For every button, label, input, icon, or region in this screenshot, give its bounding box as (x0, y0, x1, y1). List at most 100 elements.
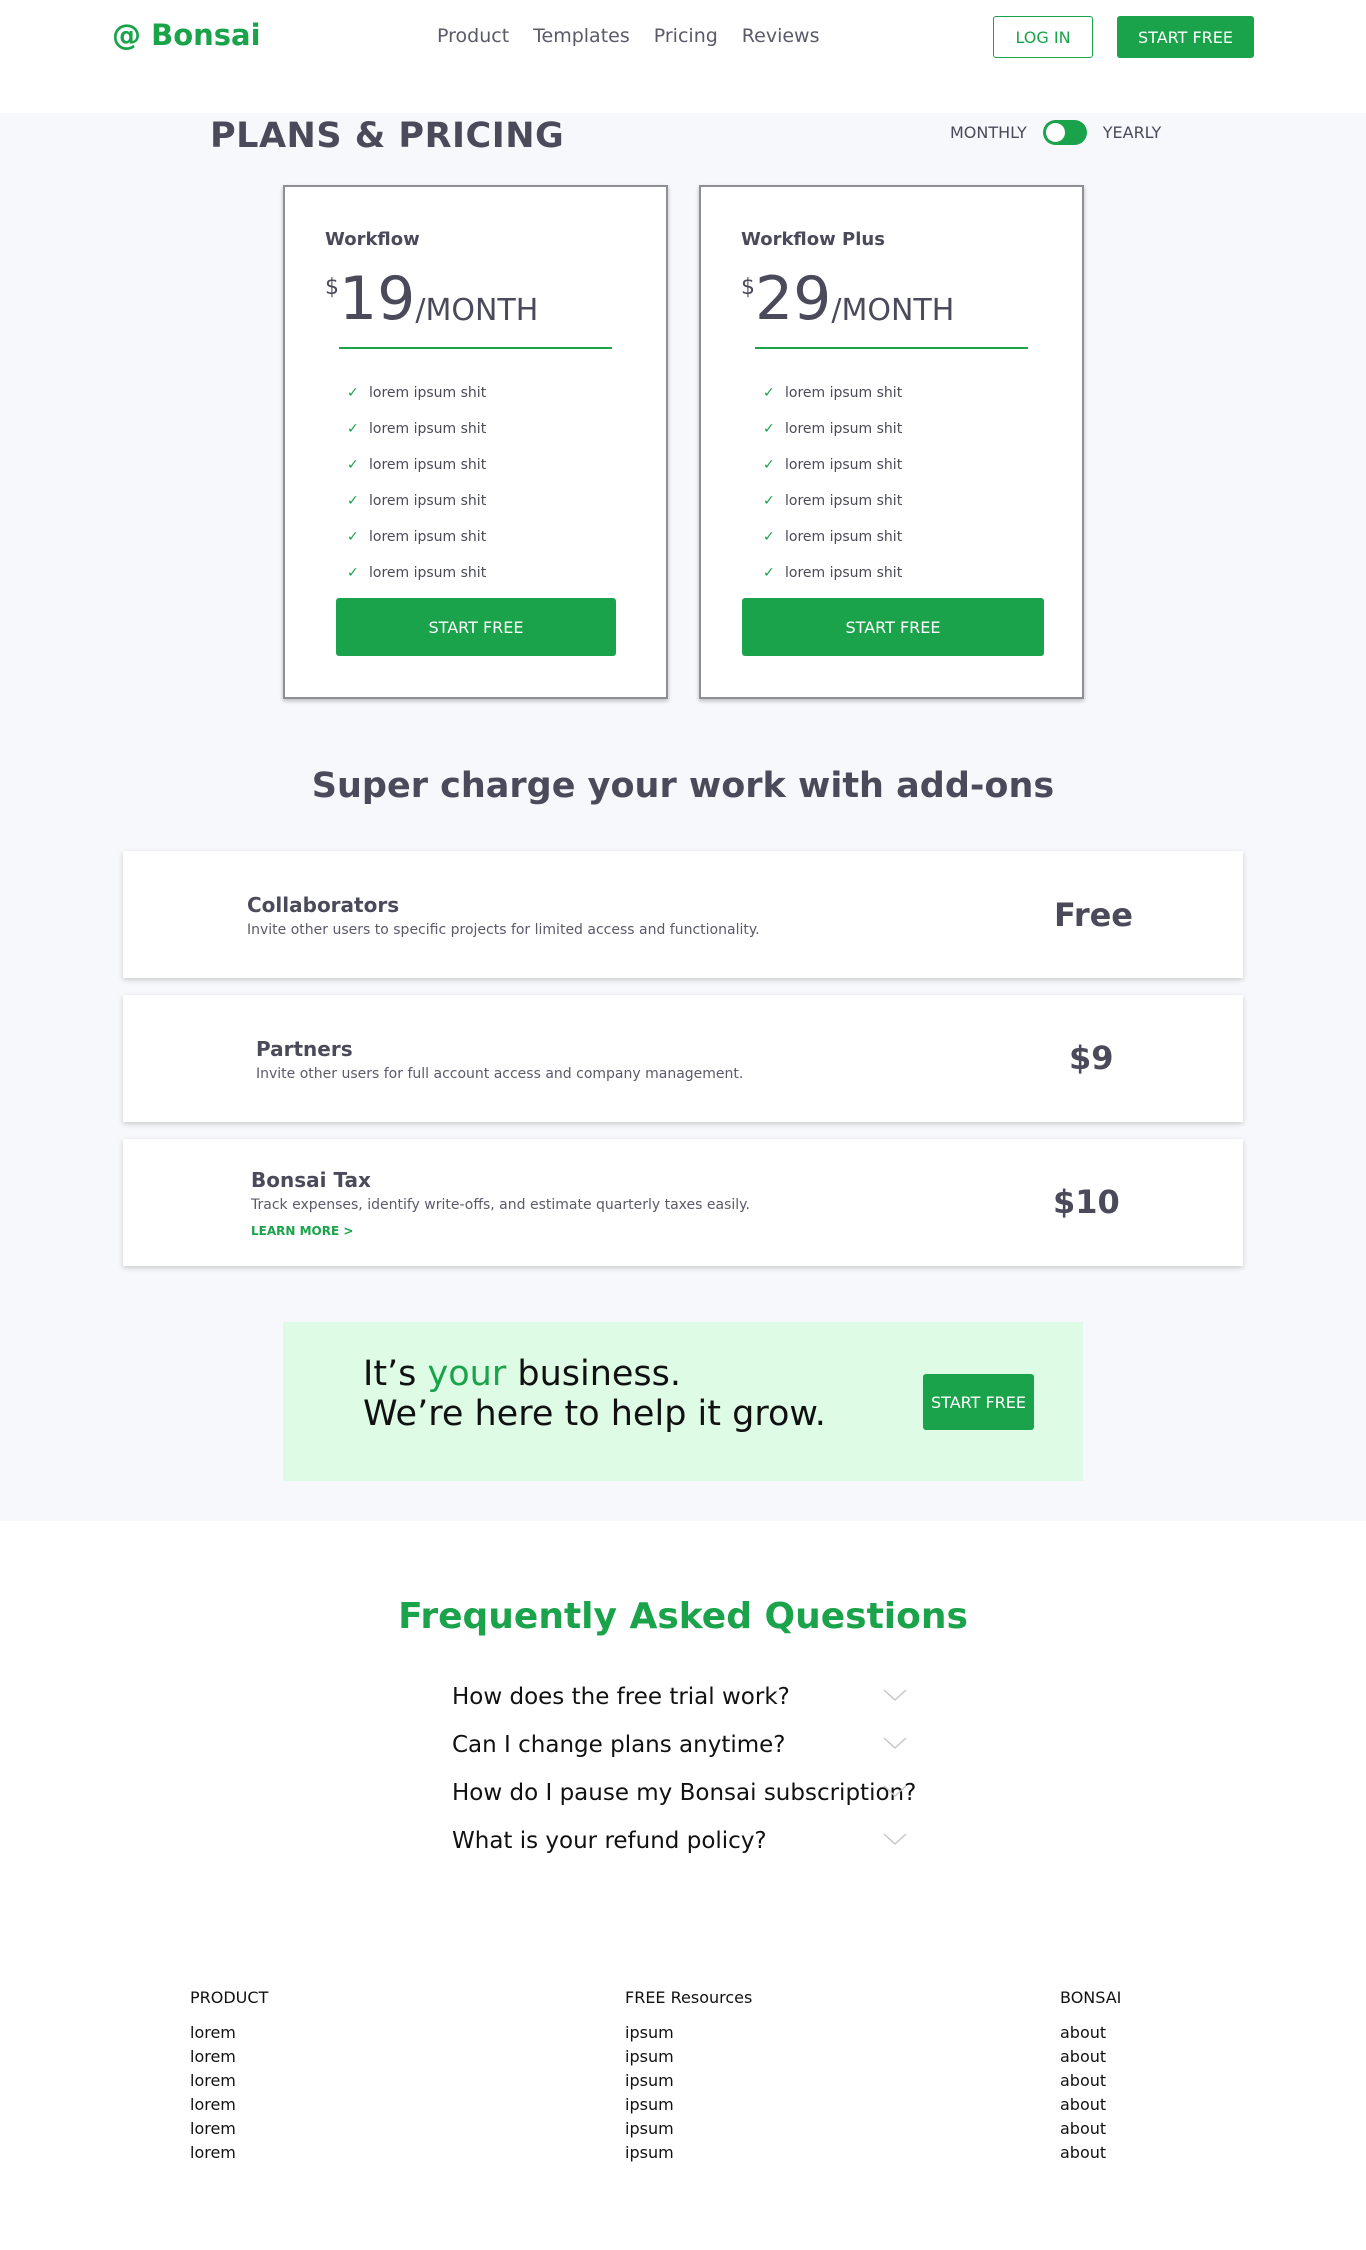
faq-item[interactable]: How do I pause my Bonsai subscription? (452, 1776, 916, 1816)
feature-text: lorem ipsum shit (785, 421, 903, 437)
feature-text: lorem ipsum shit (785, 385, 903, 401)
divider (755, 347, 1028, 349)
cta-start-free-button[interactable]: START FREE (923, 1374, 1034, 1430)
addon-bonsai-tax: Bonsai Tax Track expenses, identify writ… (123, 1139, 1243, 1266)
chevron-down-icon (883, 1833, 907, 1846)
addon-description: Invite other users for full account acce… (256, 1066, 744, 1082)
faq-title: Frequently Asked Questions (398, 1596, 968, 1637)
nav-pricing[interactable]: Pricing (654, 25, 718, 47)
workflow-plus-start-free-button[interactable]: START FREE (742, 598, 1044, 656)
footer-link[interactable]: lorem (190, 2047, 268, 2071)
divider (339, 347, 612, 349)
feature-text: lorem ipsum shit (369, 493, 487, 509)
nav-templates[interactable]: Templates (533, 25, 630, 47)
addons-title: Super charge your work with add-ons (311, 766, 1055, 806)
footer-link[interactable]: about (1060, 2143, 1121, 2167)
check-icon: ✓ (763, 565, 775, 581)
cta-text-pre: It’s (363, 1354, 428, 1394)
feature-item: ✓ lorem ipsum shit (763, 519, 902, 555)
check-icon: ✓ (347, 529, 359, 545)
footer-links: lorem lorem lorem lorem lorem lorem (190, 2023, 268, 2167)
check-icon: ✓ (347, 421, 359, 437)
footer-link[interactable]: about (1060, 2119, 1121, 2143)
footer-link[interactable]: ipsum (625, 2023, 752, 2047)
feature-item: ✓ lorem ipsum shit (347, 375, 486, 411)
feature-list: ✓ lorem ipsum shit ✓ lorem ipsum shit ✓ lor… (763, 375, 902, 591)
price-amount: 29 (755, 264, 832, 334)
feature-item: ✓ lorem ipsum shit (763, 555, 902, 591)
addon-description: Invite other users to specific projects … (247, 922, 760, 938)
footer-link[interactable]: ipsum (625, 2143, 752, 2167)
header-start-free-button[interactable]: START FREE (1117, 16, 1254, 58)
workflow-start-free-button[interactable]: START FREE (336, 598, 616, 656)
bonsai-logo[interactable]: @ Bonsai (112, 18, 261, 52)
feature-item: ✓ lorem ipsum shit (347, 447, 486, 483)
footer-heading: BONSAI (1060, 1988, 1122, 2007)
cta-text-post: business. (506, 1354, 682, 1394)
addon-price: $10 (1053, 1183, 1120, 1221)
feature-item: ✓ lorem ipsum shit (763, 375, 902, 411)
feature-item: ✓ lorem ipsum shit (763, 483, 902, 519)
addon-name: Bonsai Tax (251, 1168, 371, 1192)
nav-reviews[interactable]: Reviews (742, 25, 820, 47)
plan-card-workflow: Workflow $ 19 /MONTH ✓ lorem ipsum shit ✓… (283, 185, 668, 699)
footer-column-product: PRODUCT lorem lorem lorem lorem lorem lo… (190, 1988, 268, 2167)
main-nav: Product Templates Pricing Reviews (437, 25, 820, 47)
learn-more-link[interactable]: LEARN MORE > (251, 1224, 353, 1238)
billing-toggle-group: MONTHLY YEARLY (950, 120, 1161, 145)
check-icon: ✓ (347, 493, 359, 509)
footer-link[interactable]: ipsum (625, 2047, 752, 2071)
addon-name: Partners (256, 1037, 353, 1061)
login-button[interactable]: LOG IN (993, 16, 1093, 58)
chevron-down-icon (883, 1689, 907, 1702)
feature-item: ✓ lorem ipsum shit (347, 555, 486, 591)
footer-link[interactable]: about (1060, 2047, 1121, 2071)
toggle-knob (1045, 123, 1065, 142)
cta-line-2: We’re here to help it grow. (363, 1394, 826, 1434)
billing-period-toggle[interactable] (1042, 120, 1087, 145)
footer-link[interactable]: lorem (190, 2071, 268, 2095)
footer-link[interactable]: ipsum (625, 2119, 752, 2143)
nav-product[interactable]: Product (437, 25, 509, 47)
addon-partners: Partners Invite other users for full acc… (123, 995, 1243, 1122)
feature-text: lorem ipsum shit (369, 385, 487, 401)
footer-link[interactable]: about (1060, 2023, 1121, 2047)
footer-link[interactable]: ipsum (625, 2095, 752, 2119)
check-icon: ✓ (347, 385, 359, 401)
addon-collaborators: Collaborators Invite other users to spec… (123, 851, 1243, 978)
footer-link[interactable]: about (1060, 2095, 1121, 2119)
check-icon: ✓ (763, 457, 775, 473)
cta-line-1: It’s your business. (363, 1354, 826, 1394)
cta-text-accent: your (427, 1354, 507, 1394)
feature-item: ✓ lorem ipsum shit (347, 483, 486, 519)
feature-text: lorem ipsum shit (369, 457, 487, 473)
footer-link[interactable]: lorem (190, 2143, 268, 2167)
cta-headline: It’s your business. We’re here to help i… (363, 1354, 826, 1434)
chevron-down-icon (883, 1785, 907, 1798)
footer-link[interactable]: lorem (190, 2023, 268, 2047)
pricing-section (0, 113, 1366, 1521)
feature-text: lorem ipsum shit (369, 565, 487, 581)
footer-column-bonsai: BONSAI about about about about about abo… (1060, 1988, 1121, 2167)
faq-item[interactable]: Can I change plans anytime? (452, 1728, 914, 1768)
plan-price: $ 29 /MONTH (741, 267, 954, 331)
plan-card-workflow-plus: Workflow Plus $ 29 /MONTH ✓ lorem ipsum s… (699, 185, 1084, 699)
faq-item[interactable]: How does the free trial work? (452, 1680, 914, 1720)
footer-link[interactable]: lorem (190, 2119, 268, 2143)
toggle-label-monthly[interactable]: MONTHLY (950, 123, 1027, 142)
feature-text: lorem ipsum shit (785, 565, 903, 581)
toggle-label-yearly[interactable]: YEARLY (1103, 123, 1162, 142)
check-icon: ✓ (763, 529, 775, 545)
footer-links: about about about about about about (1060, 2023, 1121, 2167)
faq-item[interactable]: What is your refund policy? (452, 1824, 914, 1864)
footer-link[interactable]: about (1060, 2071, 1121, 2095)
cta-banner: It’s your business. We’re here to help i… (283, 1322, 1083, 1481)
feature-item: ✓ lorem ipsum shit (763, 411, 902, 447)
faq-question: Can I change plans anytime? (452, 1732, 786, 1758)
footer-link[interactable]: ipsum (625, 2071, 752, 2095)
check-icon: ✓ (763, 493, 775, 509)
price-unit: /MONTH (831, 293, 955, 328)
plan-name: Workflow Plus (741, 229, 885, 250)
footer-heading: FREE Resources (625, 1988, 753, 2007)
footer-link[interactable]: lorem (190, 2095, 268, 2119)
